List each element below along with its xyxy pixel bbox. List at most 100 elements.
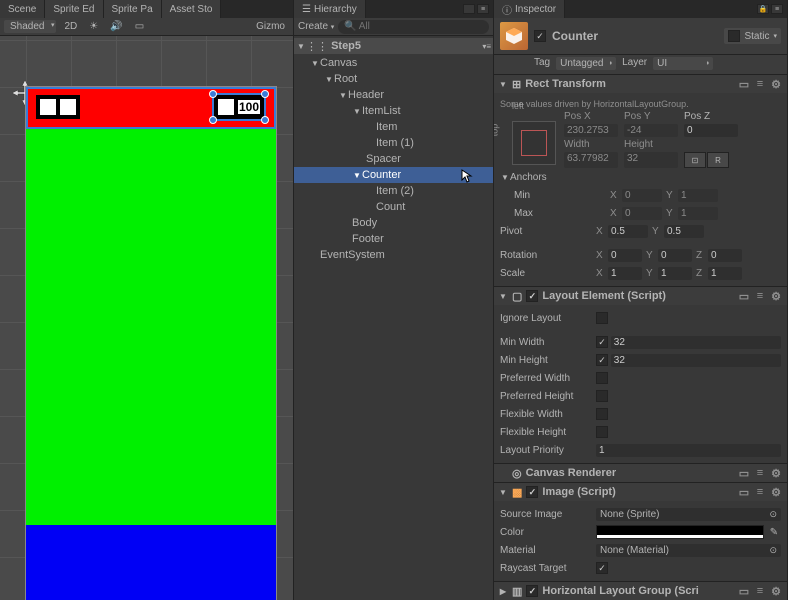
- panel-menu-icon[interactable]: ≡: [771, 4, 783, 14]
- image-header[interactable]: ▼ ▩ Image (Script) ▭≡⚙: [494, 483, 787, 501]
- tab-sprite-packer[interactable]: Sprite Pa: [104, 0, 162, 18]
- source-image-field[interactable]: None (Sprite): [596, 508, 781, 521]
- panel-lock-icon[interactable]: [463, 4, 475, 14]
- scene-menu-icon[interactable]: ▾≡: [482, 42, 491, 51]
- posz-field[interactable]: 0: [684, 124, 738, 137]
- pivot-y[interactable]: 0.5: [664, 225, 704, 238]
- layout-priority-field[interactable]: 1: [596, 444, 781, 457]
- min-width-field[interactable]: 32: [611, 336, 781, 349]
- hlg-header[interactable]: ▶ ▥ Horizontal Layout Group (Scri ▭≡⚙: [494, 582, 787, 600]
- rect-transform-header[interactable]: ▼ ⊞ Rect Transform ▭ ≡ ⚙: [494, 75, 787, 93]
- node-root[interactable]: ▼Root: [294, 71, 493, 87]
- scale-z[interactable]: 1: [708, 267, 742, 280]
- counter-box[interactable]: 100: [214, 95, 264, 119]
- node-item[interactable]: Item: [294, 119, 493, 135]
- tag-dropdown[interactable]: Untagged: [556, 57, 616, 70]
- tab-asset-store[interactable]: Asset Sto: [162, 0, 222, 18]
- node-counter[interactable]: ▼Counter: [294, 167, 493, 183]
- scale-y[interactable]: 1: [658, 267, 692, 280]
- height-field[interactable]: 32: [624, 152, 678, 168]
- posx-field[interactable]: 230.2753: [564, 124, 618, 137]
- anchor-min-x[interactable]: 0: [622, 189, 662, 202]
- scene-root-row[interactable]: ▼ ⋮⋮ Step5 ▾≡: [294, 38, 493, 54]
- node-footer[interactable]: Footer: [294, 231, 493, 247]
- help-icon[interactable]: ▭: [737, 77, 751, 91]
- preset-icon[interactable]: ≡: [753, 466, 767, 480]
- rot-y[interactable]: 0: [658, 249, 692, 262]
- node-spacer[interactable]: Spacer: [294, 151, 493, 167]
- preset-icon[interactable]: ≡: [753, 584, 767, 598]
- preset-icon[interactable]: ≡: [753, 485, 767, 499]
- node-eventsystem[interactable]: EventSystem: [294, 247, 493, 263]
- help-icon[interactable]: ▭: [737, 584, 751, 598]
- scene-fx-icon[interactable]: ▭: [131, 20, 148, 33]
- node-canvas[interactable]: ▼Canvas: [294, 55, 493, 71]
- ignore-layout-checkbox[interactable]: [596, 312, 608, 324]
- node-header[interactable]: ▼Header: [294, 87, 493, 103]
- pref-width-checkbox[interactable]: [596, 372, 608, 384]
- gizmos-dropdown[interactable]: Gizmo: [252, 20, 289, 33]
- node-item1[interactable]: Item (1): [294, 135, 493, 151]
- material-field[interactable]: None (Material): [596, 544, 781, 557]
- gear-icon[interactable]: ⚙: [769, 584, 783, 598]
- anchor-max-x[interactable]: 0: [622, 207, 662, 220]
- help-icon[interactable]: ▭: [737, 466, 751, 480]
- gear-icon[interactable]: ⚙: [769, 466, 783, 480]
- preset-icon[interactable]: ≡: [753, 289, 767, 303]
- scene-light-icon[interactable]: ☀: [85, 20, 102, 33]
- color-field[interactable]: [596, 525, 764, 539]
- tab-scene[interactable]: Scene: [0, 0, 45, 18]
- gameobject-name[interactable]: Counter: [552, 29, 598, 43]
- layout-element-enable[interactable]: [526, 290, 538, 302]
- min-width-checkbox[interactable]: [596, 336, 608, 348]
- static-dropdown[interactable]: Static ▾: [724, 28, 781, 44]
- image-enable[interactable]: [526, 486, 538, 498]
- preset-icon[interactable]: ≡: [753, 77, 767, 91]
- search-input[interactable]: 🔍 All: [338, 20, 489, 34]
- scene-viewport[interactable]: 100: [0, 36, 293, 600]
- panel-lock-icon[interactable]: 🔒: [757, 4, 769, 14]
- layout-element-header[interactable]: ▼ ▢ Layout Element (Script) ▭≡⚙: [494, 287, 787, 305]
- tab-inspector[interactable]: ⓘ Inspector: [494, 0, 565, 18]
- panel-menu-icon[interactable]: ≡: [477, 4, 489, 14]
- gear-icon[interactable]: ⚙: [769, 77, 783, 91]
- scene-audio-icon[interactable]: 🔊: [106, 20, 126, 33]
- help-icon[interactable]: ▭: [737, 485, 751, 499]
- anchors-fold-icon[interactable]: ▼: [500, 173, 510, 182]
- canvas-renderer-header[interactable]: ▼ ◎ Canvas Renderer ▭≡⚙: [494, 464, 787, 482]
- node-count[interactable]: Count: [294, 199, 493, 215]
- gear-icon[interactable]: ⚙: [769, 485, 783, 499]
- pref-height-checkbox[interactable]: [596, 390, 608, 402]
- flex-height-checkbox[interactable]: [596, 426, 608, 438]
- flex-width-checkbox[interactable]: [596, 408, 608, 420]
- fold-icon[interactable]: ▼: [296, 42, 306, 51]
- blueprint-mode-button[interactable]: ⊡: [684, 152, 706, 168]
- layer-dropdown[interactable]: UI: [653, 57, 713, 70]
- help-icon[interactable]: ▭: [737, 289, 751, 303]
- node-item2[interactable]: Item (2): [294, 183, 493, 199]
- width-field[interactable]: 63.77982: [564, 152, 618, 168]
- anchor-preset-button[interactable]: [512, 121, 556, 165]
- anchor-max-y[interactable]: 1: [678, 207, 718, 220]
- scale-x[interactable]: 1: [608, 267, 642, 280]
- mode-2d-button[interactable]: 2D: [60, 20, 81, 33]
- active-checkbox[interactable]: [534, 30, 546, 42]
- posy-field[interactable]: -24: [624, 124, 678, 137]
- tab-sprite-editor[interactable]: Sprite Ed: [45, 0, 103, 18]
- eyedropper-icon[interactable]: ✎: [767, 525, 781, 539]
- tab-hierarchy[interactable]: ☰ Hierarchy: [294, 0, 366, 18]
- node-body[interactable]: Body: [294, 215, 493, 231]
- pivot-x[interactable]: 0.5: [608, 225, 648, 238]
- min-height-checkbox[interactable]: [596, 354, 608, 366]
- rot-x[interactable]: 0: [608, 249, 642, 262]
- gear-icon[interactable]: ⚙: [769, 289, 783, 303]
- raycast-checkbox[interactable]: [596, 562, 608, 574]
- min-height-field[interactable]: 32: [611, 354, 781, 367]
- anchor-min-y[interactable]: 1: [678, 189, 718, 202]
- rot-z[interactable]: 0: [708, 249, 742, 262]
- node-itemlist[interactable]: ▼ItemList: [294, 103, 493, 119]
- shading-dropdown[interactable]: Shaded: [4, 20, 56, 33]
- raw-edit-button[interactable]: R: [707, 152, 729, 168]
- hlg-enable[interactable]: [526, 585, 538, 597]
- create-dropdown[interactable]: Create ▾: [298, 21, 334, 32]
